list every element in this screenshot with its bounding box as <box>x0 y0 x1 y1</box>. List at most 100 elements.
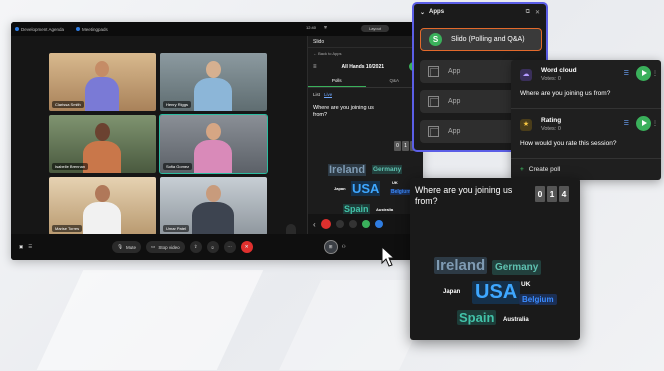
list-icon[interactable]: ☰ <box>624 120 629 127</box>
participant-body <box>194 140 232 173</box>
app-label: App <box>448 98 461 105</box>
slido-panel-header: Slido <box>308 36 423 48</box>
toolbar-button[interactable] <box>374 220 383 228</box>
participant-tile[interactable]: Henry Riggs <box>160 53 267 111</box>
list-icon[interactable]: ☰ <box>624 70 629 77</box>
app-item-slido[interactable]: S Slido (Polling and Q&A) <box>420 28 542 51</box>
cloud-word-uk: UK <box>521 281 531 288</box>
menu-icon[interactable]: ☰ <box>28 244 32 250</box>
participants-icon[interactable]: ⚇ <box>342 244 346 250</box>
poll-votes: Votes: 0 <box>541 76 561 82</box>
toolbar-button[interactable] <box>335 220 344 228</box>
stop-poll-button[interactable] <box>320 219 331 229</box>
leave-meeting-button[interactable]: ✕ <box>240 241 253 253</box>
cloud-word: Australia <box>376 207 394 212</box>
mouse-cursor-icon <box>381 246 395 267</box>
start-poll-button[interactable] <box>636 116 651 131</box>
share-button[interactable]: ⇪ <box>189 241 202 253</box>
apps-icon: ⊞ <box>328 244 333 249</box>
layout-button[interactable]: Layout <box>361 25 389 32</box>
mute-label: Mute <box>126 244 137 250</box>
more-options-button[interactable]: ⋯ <box>223 241 236 253</box>
participant-name: Clarissa Smith <box>52 101 84 108</box>
cube-icon <box>428 126 439 137</box>
titlebar-label: Development Agenda <box>21 26 65 32</box>
cloud-word-belgium: Belgium <box>519 294 557 305</box>
participant-body <box>85 77 119 111</box>
subtab-list[interactable]: List <box>313 92 320 98</box>
poll-item-rating[interactable]: ★ Rating Votes: 0 ☰ ⋮ How would you rate… <box>511 110 661 158</box>
participant-body <box>194 78 232 111</box>
slido-tabs: Polls Q&A <box>308 75 423 88</box>
poll-name: Word cloud <box>541 67 577 74</box>
more-icon[interactable]: ⋮ <box>652 120 658 127</box>
create-poll-label: Create poll <box>528 166 561 173</box>
cube-icon <box>428 96 439 107</box>
participant-avatar <box>95 123 110 141</box>
mute-button[interactable]: 🎙 Mute <box>112 241 142 253</box>
tab-polls[interactable]: Polls <box>308 75 366 87</box>
toolbar-button[interactable] <box>361 220 370 228</box>
apps-button[interactable]: ⊞ <box>323 240 338 254</box>
participant-tile[interactable]: Marise Torres <box>49 177 156 235</box>
close-icon[interactable]: ✕ <box>535 9 540 16</box>
chevron-down-icon[interactable]: ⌄ <box>420 9 425 16</box>
cube-icon <box>428 66 439 77</box>
participant-avatar <box>95 61 109 77</box>
subtab-live[interactable]: Live <box>324 92 333 98</box>
shield-icon: ⛨ <box>324 25 328 30</box>
toolbar-button[interactable] <box>348 220 357 228</box>
close-icon: ✕ <box>244 244 249 249</box>
titlebar-label: Meetingpads <box>82 26 108 32</box>
more-icon[interactable]: ⋮ <box>652 70 658 77</box>
popout-icon[interactable]: ⧉ <box>526 9 530 16</box>
reactions-button[interactable]: ☺ <box>206 241 219 253</box>
previous-icon[interactable]: ‹ <box>313 220 316 229</box>
meeting-icon <box>76 27 81 31</box>
clock: 12:40 <box>306 25 317 30</box>
status-area: 12:40 ⛨ <box>306 25 327 30</box>
participant-avatar <box>206 123 221 140</box>
slido-subtabs: List Live <box>308 88 423 102</box>
poll-question: How would you rate this session? <box>520 140 617 147</box>
participant-avatar <box>206 185 221 202</box>
event-title: All Hands 10/2021 <box>341 63 385 70</box>
titlebar-item[interactable]: Development Agenda <box>15 27 64 32</box>
slido-logo-icon: S <box>429 33 442 46</box>
participant-avatar <box>95 185 110 202</box>
stop-video-button[interactable]: ▭ Stop video <box>146 241 185 253</box>
poll-item-word-cloud[interactable]: ☁ Word cloud Votes: 0 ☰ ⋮ Where are you … <box>511 60 661 108</box>
word-cloud-icon: ☁ <box>520 69 532 81</box>
participant-tile[interactable]: Umar Patel <box>160 177 267 235</box>
participant-tile[interactable]: Clarissa Smith <box>49 53 156 111</box>
webex-icon <box>15 27 19 31</box>
live-poll-question: Where are you joining us from? <box>313 105 374 119</box>
create-poll-button[interactable]: + Create poll <box>520 166 560 173</box>
back-to-apps-link[interactable]: ← Back to Apps <box>308 48 423 59</box>
cloud-word-spain: Spain <box>457 310 497 325</box>
meeting-controls: ▣ ☰ 🎙 Mute ▭ Stop video ⇪ ☺ ⋯ ✕ ⊞ ⚇ <box>11 234 423 260</box>
titlebar-item[interactable]: Meetingpads <box>76 27 108 32</box>
start-poll-button[interactable] <box>636 66 651 81</box>
slido-panel-title: Slido <box>313 38 325 45</box>
divider <box>511 108 661 109</box>
layout-icon[interactable]: ▣ <box>19 244 23 250</box>
menu-icon[interactable]: ≡ <box>313 64 317 70</box>
participant-avatar <box>206 61 221 78</box>
share-icon: ⇪ <box>193 244 198 249</box>
smiley-icon: ☺ <box>210 244 215 250</box>
participant-name: Marise Torres <box>52 225 83 232</box>
participant-tile[interactable]: Isabelle Brennan <box>49 115 156 173</box>
cloud-word: UK <box>392 180 398 185</box>
counter-digit: 1 <box>402 141 409 151</box>
camera-icon: ▭ <box>151 244 156 249</box>
cloud-word: Germany <box>372 165 403 174</box>
cloud-word: USA <box>351 181 381 196</box>
participant-name: Henry Riggs <box>163 101 192 108</box>
cloud-word: Spain <box>343 204 370 214</box>
counter-digit: 0 <box>394 141 401 151</box>
cloud-word: Japan <box>334 186 346 191</box>
participant-tile-active-speaker[interactable]: Sofia Gomez <box>159 114 268 174</box>
app-label: App <box>448 128 461 135</box>
more-icon: ⋯ <box>227 244 232 249</box>
